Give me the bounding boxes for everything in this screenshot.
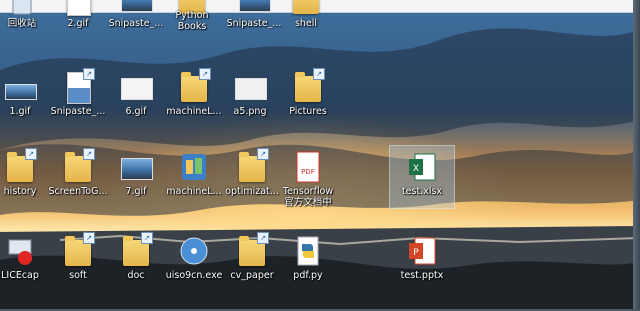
- desktop-icon-soft[interactable]: ↗ soft: [46, 230, 110, 292]
- folder-icon: ↗: [237, 232, 269, 268]
- desktop-icon-python-books[interactable]: Python Books: [160, 0, 224, 50]
- desktop-icon-machinel-app[interactable]: machineL...: [162, 146, 226, 208]
- window-right-edge: [633, 0, 640, 311]
- icon-label: pdf.py: [293, 270, 323, 281]
- desktop-icon-1-gif[interactable]: 1.gif: [0, 66, 52, 128]
- desktop-icon-pictures[interactable]: ↗ Pictures: [276, 66, 340, 128]
- desktop-icon-a5-png[interactable]: a5.png: [218, 66, 282, 128]
- folder-icon: ↗: [293, 68, 325, 104]
- desktop-icon-screentog[interactable]: ↗ ScreenToG...: [46, 146, 110, 208]
- desktop-icon-shell[interactable]: shell: [274, 0, 338, 40]
- shortcut-overlay-icon: ↗: [25, 148, 37, 160]
- python-file-icon: [297, 236, 319, 266]
- desktop-icon-machinel-folder[interactable]: ↗ machineL...: [162, 66, 226, 128]
- image-file-icon: [5, 70, 37, 104]
- desktop-icon-cv-paper[interactable]: ↗ cv_paper: [220, 230, 284, 292]
- folder-icon: ↗: [179, 68, 211, 104]
- image-file-icon: [121, 70, 153, 104]
- icon-label: Pictures: [289, 106, 327, 117]
- image-file-icon: [239, 0, 271, 16]
- icon-label: test.pptx: [400, 270, 444, 281]
- folder-icon: ↗: [121, 232, 153, 268]
- image-file-icon: ↗: [63, 68, 95, 104]
- svg-text:PDF: PDF: [301, 168, 315, 176]
- icon-label: test.xlsx: [401, 186, 443, 197]
- shortcut-overlay-icon: ↗: [83, 232, 95, 244]
- svg-text:X: X: [413, 164, 419, 174]
- folder-icon: ↗: [5, 148, 37, 184]
- disc-icon: [180, 237, 208, 265]
- shortcut-overlay-icon: ↗: [257, 232, 269, 244]
- desktop-icon-6-gif[interactable]: 6.gif: [104, 66, 168, 128]
- shortcut-overlay-icon: ↗: [199, 68, 211, 80]
- folder-icon: ↗: [63, 232, 95, 268]
- desktop-icon-doc[interactable]: ↗ doc: [104, 230, 168, 292]
- desktop[interactable]: 回收站 2.gif Snipaste_... Python Books Snip…: [0, 0, 640, 311]
- recycle-bin-icon: [12, 0, 32, 15]
- shortcut-overlay-icon: ↗: [141, 232, 153, 244]
- image-file-icon: [121, 0, 153, 16]
- desktop-icon-test-pptx[interactable]: P test.pptx: [390, 230, 454, 292]
- desktop-icon-7-gif[interactable]: 7.gif: [104, 146, 168, 208]
- icon-label: shell: [294, 18, 318, 29]
- desktop-icon-snipaste-3[interactable]: ↗ Snipaste_...: [46, 66, 110, 128]
- desktop-icon-pdf-py[interactable]: pdf.py: [276, 230, 340, 292]
- image-file-icon: [63, 0, 93, 16]
- folder-icon: ↗: [63, 148, 95, 184]
- desktop-icon-optimizat[interactable]: ↗ optimizat...: [220, 146, 284, 208]
- shortcut-overlay-icon: ↗: [257, 148, 269, 160]
- desktop-icon-uiso9cn[interactable]: uiso9cn.exe: [162, 230, 226, 292]
- image-file-icon: [121, 150, 153, 184]
- desktop-icon-test-xlsx[interactable]: X test.xlsx: [389, 145, 455, 209]
- desktop-icon-history[interactable]: ↗ history: [0, 146, 52, 208]
- powerpoint-file-icon: P: [409, 237, 436, 265]
- desktop-icon-licecap[interactable]: LICEcap: [0, 230, 52, 292]
- licecap-icon: [8, 239, 32, 265]
- shortcut-overlay-icon: ↗: [83, 68, 95, 80]
- shortcut-overlay-icon: ↗: [313, 68, 325, 80]
- app-icon: [182, 154, 206, 180]
- icon-label: Tensorflow 官方文档中: [282, 186, 334, 208]
- svg-text:P: P: [413, 248, 419, 258]
- folder-icon: ↗: [237, 148, 269, 184]
- shortcut-overlay-icon: ↗: [83, 148, 95, 160]
- image-file-icon: [235, 70, 267, 104]
- desktop-icon-snipaste-1[interactable]: Snipaste_...: [104, 0, 168, 40]
- pdf-file-icon: PDF: [296, 151, 320, 183]
- excel-file-icon: X: [409, 153, 436, 181]
- folder-icon: [291, 0, 321, 16]
- desktop-icon-tensorflow-pdf[interactable]: PDF Tensorflow 官方文档中: [276, 146, 340, 208]
- icon-label: Python Books: [175, 10, 209, 32]
